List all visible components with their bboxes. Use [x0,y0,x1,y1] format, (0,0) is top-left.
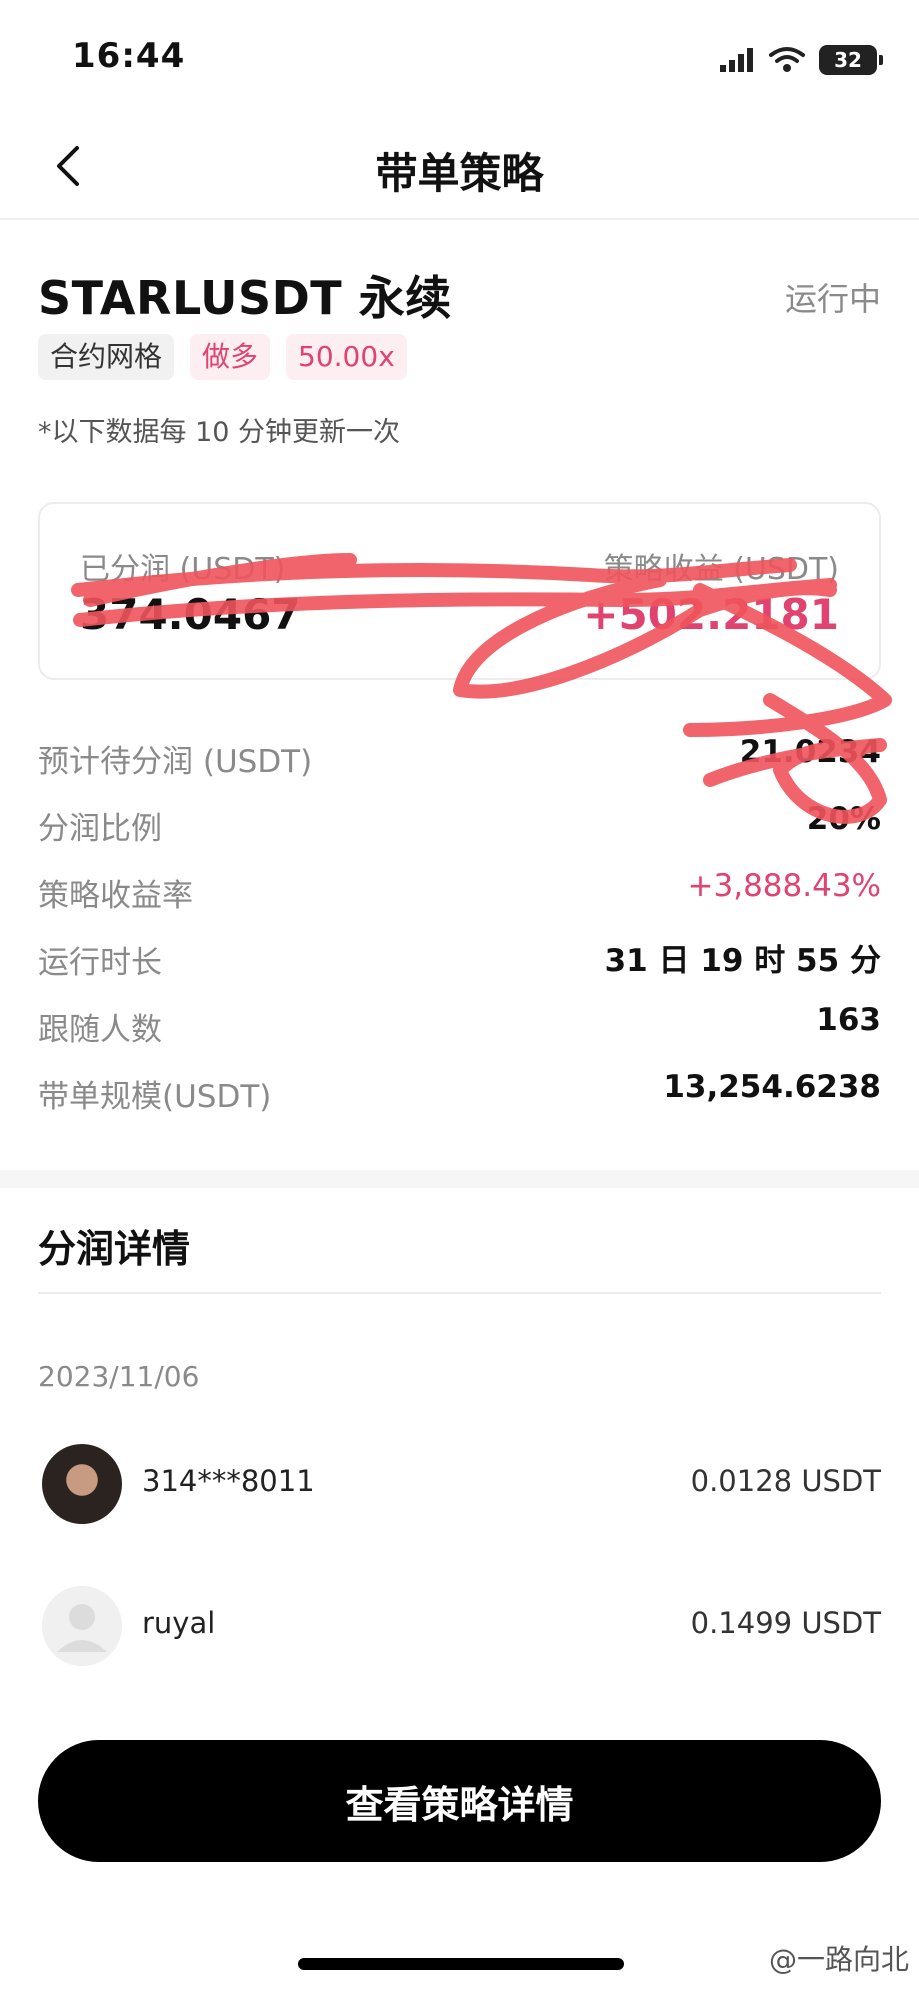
status-icons: 32 [719,42,883,78]
update-note: *以下数据每 10 分钟更新一次 [38,417,401,448]
stats-list: 预计待分润 (USDT) 21.0234 分润比例 20% 策略收益率 +3,8… [38,728,881,1130]
tag-list: 合约网格 做多 50.00x [38,334,407,380]
profit-card: 已分润 (USDT) 策略收益 (USDT) 374.0467 +502.218… [38,502,881,680]
status-badge: 运行中 [784,280,881,318]
stat-value: +3,888.43% [687,868,881,904]
stat-value: 21.0234 [739,734,881,770]
battery-icon: 32 [819,45,883,75]
divider [38,1292,881,1294]
tag-contract-grid: 合约网格 [38,334,175,380]
avatar [42,1444,122,1524]
stat-row-followers: 跟随人数 163 [38,996,881,1063]
stat-label: 分润比例 [38,811,162,847]
stat-row-return-rate: 策略收益率 +3,888.43% [38,862,881,929]
follower-amount: 0.1499 USDT [690,1606,881,1640]
follower-name: ruyal [142,1606,216,1640]
signal-icon [720,48,753,72]
stat-label: 带单规模(USDT) [38,1079,272,1115]
home-indicator [298,1958,624,1970]
nav-bar: 带单策略 [0,110,919,220]
status-bar: 16:44 32 [0,0,919,110]
stat-label: 运行时长 [38,945,162,981]
view-strategy-details-button[interactable]: 查看策略详情 [38,1740,881,1862]
strategy-profit-label: 策略收益 (USDT) [603,552,839,587]
watermark: @一路向北 [768,1943,909,1976]
stat-label: 跟随人数 [38,1012,162,1048]
section-divider [0,1170,919,1188]
avatar [42,1586,122,1666]
shared-profit-value: 374.0467 [80,590,301,639]
tag-leverage: 50.00x [286,334,407,380]
strategy-title: STARLUSDT 永续 [38,271,452,325]
strategy-header: STARLUSDT 永续 运行中 [38,262,881,325]
list-item[interactable]: ruyal 0.1499 USDT [38,1582,881,1672]
stat-value: 20% [806,801,881,837]
stat-label: 预计待分润 (USDT) [38,744,313,780]
strategy-profit-value: +502.2181 [583,590,839,639]
user-placeholder-icon [57,1604,107,1652]
stat-value: 163 [816,1002,881,1038]
stat-row-pending-share: 预计待分润 (USDT) 21.0234 [38,728,881,795]
stat-label: 策略收益率 [38,878,193,914]
wifi-icon [769,47,805,72]
stat-row-scale: 带单规模(USDT) 13,254.6238 [38,1063,881,1130]
stat-row-share-ratio: 分润比例 20% [38,795,881,862]
follower-amount: 0.0128 USDT [690,1464,881,1498]
follower-name: 314***8011 [142,1464,315,1498]
stat-row-run-duration: 运行时长 31 日 19 时 55 分 [38,929,881,996]
stat-value: 31 日 19 时 55 分 [604,943,881,979]
date-label: 2023/11/06 [38,1360,200,1393]
section-title: 分润详情 [38,1227,191,1271]
tag-long: 做多 [190,334,271,380]
stat-value: 13,254.6238 [663,1069,881,1105]
status-time: 16:44 [72,36,186,76]
list-item[interactable]: 314***8011 0.0128 USDT [38,1440,881,1530]
page-title: 带单策略 [375,149,544,198]
shared-profit-label: 已分润 (USDT) [80,552,286,587]
